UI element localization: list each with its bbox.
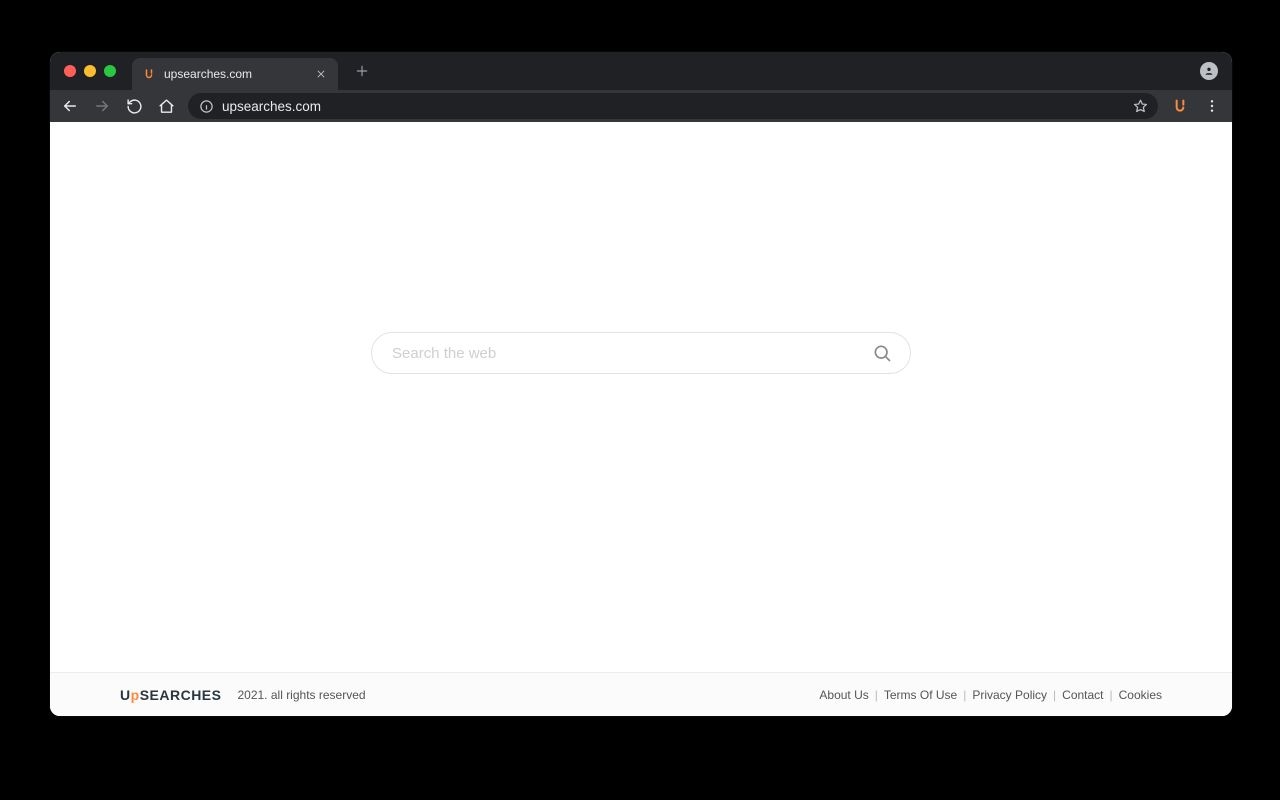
bookmark-icon[interactable] (1132, 98, 1148, 114)
browser-menu-button[interactable] (1202, 96, 1222, 116)
brand-text-right: SEARCHES (140, 687, 222, 703)
separator: | (875, 688, 878, 702)
brand-text-left: U (120, 687, 131, 703)
window-controls (64, 65, 116, 77)
tab-close-button[interactable] (314, 67, 328, 81)
search-box (371, 332, 911, 374)
copyright-text: 2021. all rights reserved (237, 688, 365, 702)
brand-text-accent: p (131, 687, 140, 703)
browser-tab[interactable]: upsearches.com (132, 58, 338, 90)
footer-link-about[interactable]: About Us (819, 688, 868, 702)
home-button[interactable] (156, 96, 176, 116)
page-content: UpSEARCHES 2021. all rights reserved Abo… (50, 122, 1232, 716)
footer-link-cookies[interactable]: Cookies (1119, 688, 1162, 702)
site-info-icon[interactable] (198, 98, 214, 114)
separator: | (1053, 688, 1056, 702)
tab-strip: upsearches.com (50, 52, 1232, 90)
separator: | (963, 688, 966, 702)
footer-link-privacy[interactable]: Privacy Policy (972, 688, 1047, 702)
tab-title: upsearches.com (164, 67, 306, 81)
window-close-button[interactable] (64, 65, 76, 77)
window-maximize-button[interactable] (104, 65, 116, 77)
page-footer: UpSEARCHES 2021. all rights reserved Abo… (50, 672, 1232, 716)
brand-logo: UpSEARCHES (120, 687, 221, 703)
search-input[interactable] (392, 345, 870, 362)
forward-button[interactable] (92, 96, 112, 116)
search-container (371, 332, 911, 374)
back-button[interactable] (60, 96, 80, 116)
address-bar[interactable] (188, 93, 1158, 119)
extension-icon[interactable] (1170, 96, 1190, 116)
favicon-icon (142, 67, 156, 81)
url-input[interactable] (222, 99, 1124, 114)
footer-link-contact[interactable]: Contact (1062, 688, 1103, 702)
separator: | (1110, 688, 1113, 702)
new-tab-button[interactable] (348, 57, 376, 85)
reload-button[interactable] (124, 96, 144, 116)
browser-window: upsearches.com (50, 52, 1232, 716)
profile-button[interactable] (1200, 62, 1218, 80)
search-button[interactable] (870, 341, 894, 365)
browser-toolbar (50, 90, 1232, 122)
footer-link-terms[interactable]: Terms Of Use (884, 688, 957, 702)
window-minimize-button[interactable] (84, 65, 96, 77)
